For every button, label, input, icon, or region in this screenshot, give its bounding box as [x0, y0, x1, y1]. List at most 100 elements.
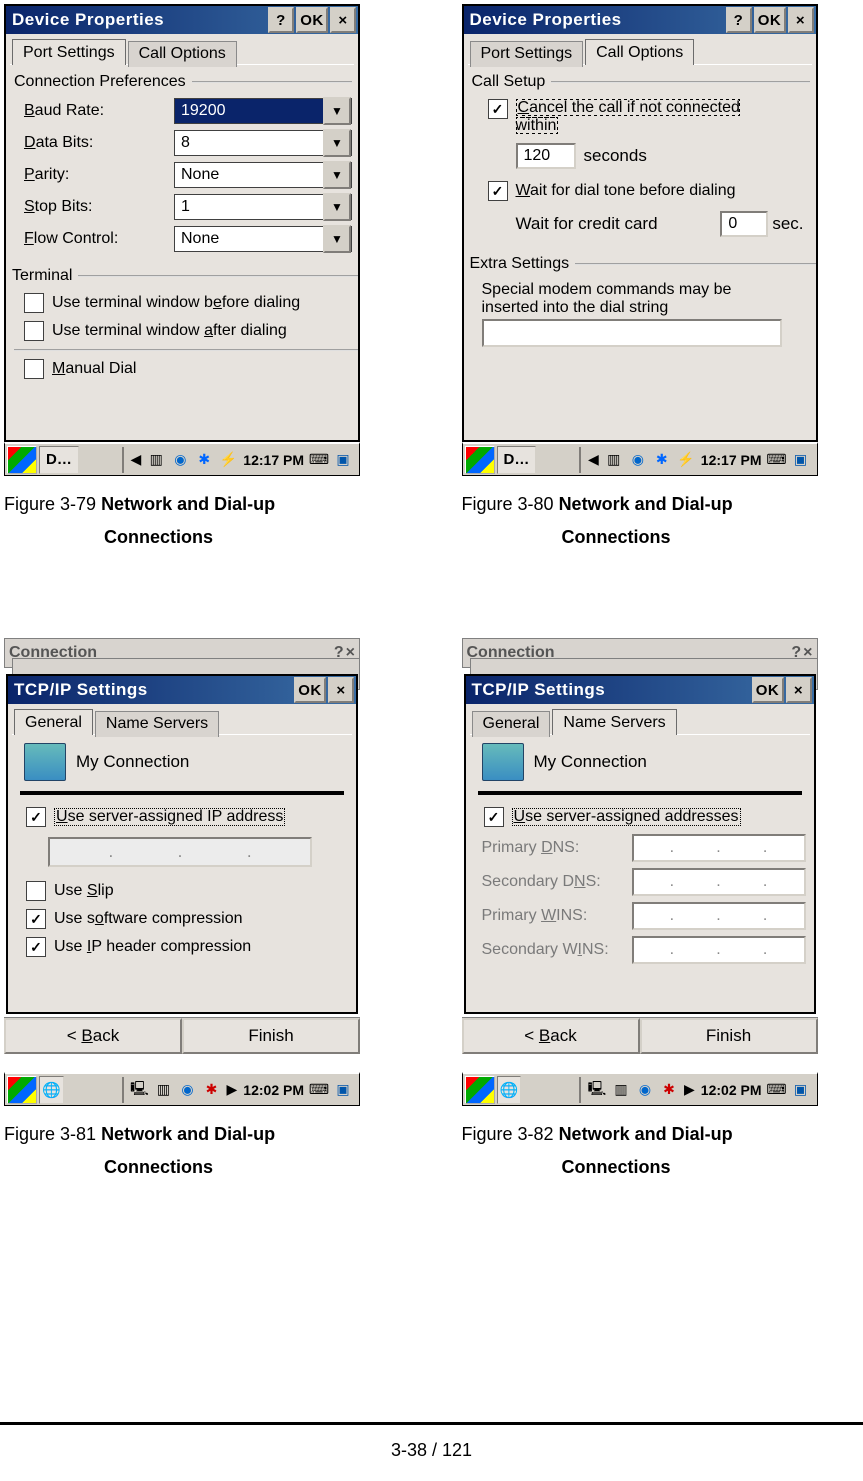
combo-baud-rate[interactable]: 19200 ▼: [174, 98, 352, 124]
checkbox-ip-header-compression[interactable]: ✓ Use IP header compression: [8, 933, 356, 961]
bluetooth-icon[interactable]: ✱: [653, 451, 671, 469]
taskbar: 🌐 🖳 ▥ ◉ ✱ ▶ 12:02 PM ⌨ ▣: [462, 1072, 818, 1106]
keyboard-icon[interactable]: ⌨: [768, 451, 786, 469]
tab-call-options[interactable]: Call Options: [585, 39, 694, 65]
input-secondary-wins[interactable]: ...: [632, 936, 806, 964]
finish-button[interactable]: Finish: [640, 1018, 818, 1054]
finish-button[interactable]: Finish: [182, 1018, 360, 1054]
power-icon[interactable]: ⚡: [677, 451, 695, 469]
network-icon[interactable]: ◉: [636, 1081, 654, 1099]
back-button[interactable]: < Back: [462, 1018, 640, 1054]
help-button[interactable]: ?: [726, 7, 752, 33]
network-icon[interactable]: ◉: [171, 451, 189, 469]
tab-port-settings[interactable]: Port Settings: [470, 41, 584, 67]
start-icon[interactable]: [7, 446, 37, 474]
start-icon[interactable]: [465, 1076, 495, 1104]
start-icon[interactable]: [465, 446, 495, 474]
barcode-icon[interactable]: ▥: [612, 1081, 630, 1099]
input-primary-dns[interactable]: ...: [632, 834, 806, 862]
start-icon[interactable]: [7, 1076, 37, 1104]
input-credit-seconds[interactable]: 0: [720, 211, 768, 237]
ok-button[interactable]: OK: [294, 677, 326, 703]
taskbar-app-button[interactable]: 🌐: [497, 1076, 522, 1104]
input-secondary-dns[interactable]: ...: [632, 868, 806, 896]
barcode-icon[interactable]: ▥: [147, 451, 165, 469]
checkbox-icon: [24, 321, 44, 341]
combo-value: 1: [175, 198, 323, 216]
back-button[interactable]: < Back: [4, 1018, 182, 1054]
checkbox-server-addresses[interactable]: ✓ Use server-assigned addresses: [466, 803, 814, 831]
taskbar-app-button[interactable]: D…: [39, 446, 79, 474]
combo-flow-control[interactable]: None ▼: [174, 226, 352, 252]
window-title: TCP/IP Settings: [14, 680, 148, 700]
connection-icon: [24, 743, 66, 781]
taskbar-app-button[interactable]: D…: [497, 446, 537, 474]
ok-button[interactable]: OK: [752, 677, 784, 703]
network-icon[interactable]: 🖳: [131, 1081, 149, 1099]
barcode-icon[interactable]: ▥: [605, 451, 623, 469]
tab-strip: General Name Servers: [466, 704, 814, 734]
arrow-icon: ◀: [588, 451, 599, 468]
arrow-icon: ▶: [227, 1081, 238, 1098]
clock-text[interactable]: 12:02 PM: [701, 1082, 762, 1098]
network-icon[interactable]: ◉: [629, 451, 647, 469]
tab-strip: General Name Servers: [8, 704, 356, 734]
power-icon[interactable]: ⚡: [219, 451, 237, 469]
close-button[interactable]: ×: [786, 677, 812, 703]
keyboard-icon[interactable]: ⌨: [310, 451, 328, 469]
label-seconds: seconds: [584, 146, 647, 166]
checkbox-cancel-call[interactable]: ✓ Cancel the call if not connectedwithin: [470, 95, 810, 139]
desktop-icon[interactable]: ▣: [334, 451, 352, 469]
network-icon[interactable]: 🖳: [588, 1081, 606, 1099]
tab-name-servers[interactable]: Name Servers: [95, 711, 219, 737]
alert-icon[interactable]: ✱: [660, 1081, 678, 1099]
clock-text[interactable]: 12:17 PM: [701, 452, 762, 468]
tab-name-servers[interactable]: Name Servers: [552, 709, 676, 735]
desktop-icon[interactable]: ▣: [334, 1081, 352, 1099]
close-button[interactable]: ×: [330, 7, 356, 33]
chevron-down-icon[interactable]: ▼: [323, 129, 351, 157]
desktop-icon[interactable]: ▣: [792, 451, 810, 469]
combo-stop-bits[interactable]: 1 ▼: [174, 194, 352, 220]
tab-general[interactable]: General: [472, 711, 551, 737]
tab-call-options[interactable]: Call Options: [128, 41, 237, 67]
ok-button[interactable]: OK: [296, 7, 328, 33]
checkbox-wait-dialtone[interactable]: ✓ Wait for dial tone before dialing: [470, 177, 810, 205]
ok-button[interactable]: OK: [754, 7, 786, 33]
checkbox-terminal-after[interactable]: Use terminal window after dialing: [6, 317, 358, 345]
row-primary-wins: Primary WINS: ...: [466, 899, 814, 933]
alert-icon[interactable]: ✱: [203, 1081, 221, 1099]
input-ip-address[interactable]: ...: [48, 837, 312, 867]
barcode-icon[interactable]: ▥: [155, 1081, 173, 1099]
chevron-down-icon[interactable]: ▼: [323, 225, 351, 253]
close-button[interactable]: ×: [788, 7, 814, 33]
group-extra-settings-title: Extra Settings: [470, 255, 570, 273]
keyboard-icon[interactable]: ⌨: [768, 1081, 786, 1099]
checkbox-software-compression[interactable]: ✓ Use software compression: [8, 905, 356, 933]
taskbar: D… ◀ ▥ ◉ ✱ ⚡ 12:17 PM ⌨ ▣: [4, 442, 360, 476]
input-cancel-seconds[interactable]: 120: [516, 143, 576, 169]
bluetooth-icon[interactable]: ✱: [195, 451, 213, 469]
checkbox-use-slip[interactable]: Use Slip: [8, 877, 356, 905]
checkbox-server-ip[interactable]: ✓ Use server-assigned IP address: [8, 803, 356, 831]
input-extra-commands[interactable]: [482, 319, 782, 347]
taskbar-app-button[interactable]: 🌐: [39, 1076, 64, 1104]
network-icon[interactable]: ◉: [179, 1081, 197, 1099]
tab-strip: Port Settings Call Options: [464, 34, 816, 64]
checkbox-terminal-before[interactable]: Use terminal window before dialing: [6, 289, 358, 317]
desktop-icon[interactable]: ▣: [792, 1081, 810, 1099]
close-button[interactable]: ×: [328, 677, 354, 703]
checkbox-manual-dial[interactable]: Manual Dial: [6, 355, 358, 383]
combo-data-bits[interactable]: 8 ▼: [174, 130, 352, 156]
keyboard-icon[interactable]: ⌨: [310, 1081, 328, 1099]
chevron-down-icon[interactable]: ▼: [323, 193, 351, 221]
help-button[interactable]: ?: [268, 7, 294, 33]
combo-parity[interactable]: None ▼: [174, 162, 352, 188]
clock-text[interactable]: 12:02 PM: [243, 1082, 304, 1098]
input-primary-wins[interactable]: ...: [632, 902, 806, 930]
tab-general[interactable]: General: [14, 709, 93, 735]
tab-port-settings[interactable]: Port Settings: [12, 39, 126, 65]
chevron-down-icon[interactable]: ▼: [323, 97, 351, 125]
chevron-down-icon[interactable]: ▼: [323, 161, 351, 189]
clock-text[interactable]: 12:17 PM: [243, 452, 304, 468]
